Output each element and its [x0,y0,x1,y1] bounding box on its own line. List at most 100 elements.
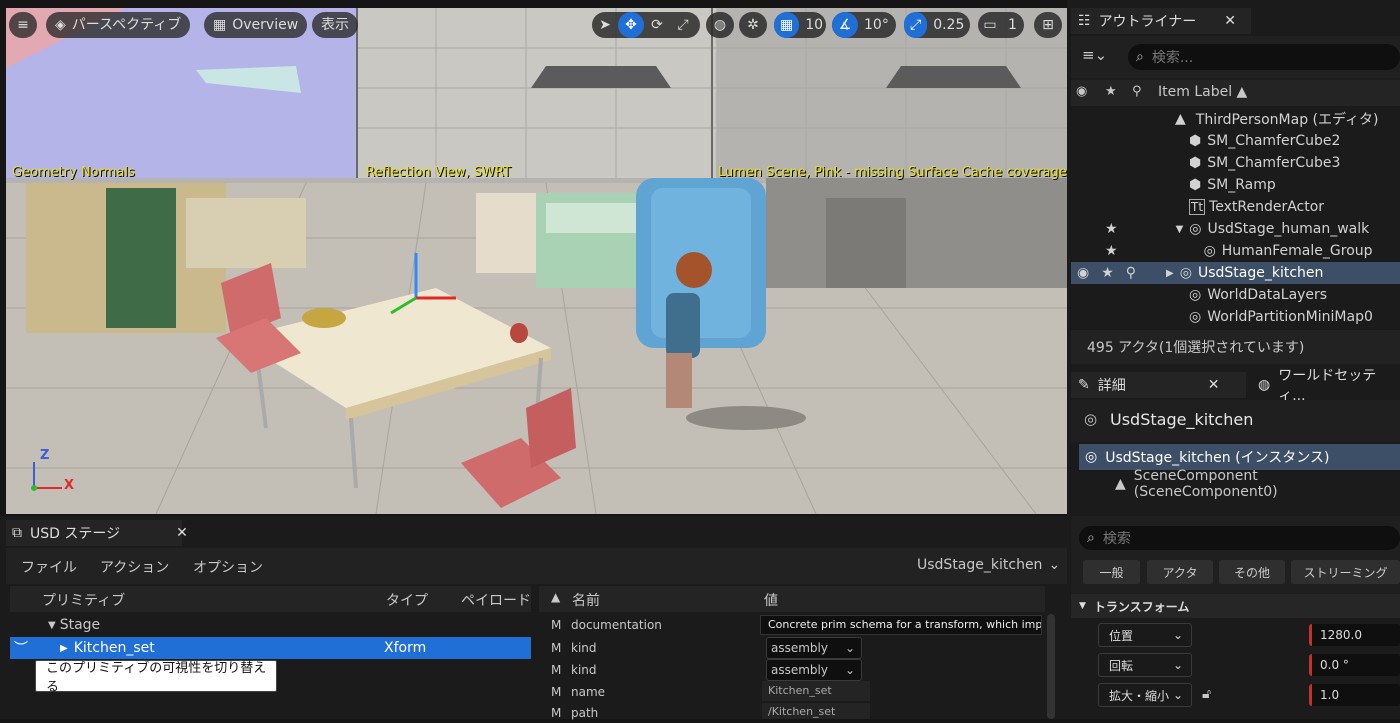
sort-up-icon[interactable]: ▲ [551,590,560,604]
details-search-input[interactable]: ⌕ 検索 [1079,526,1400,550]
outliner-row[interactable]: ▲ ThirdPersonMap (エディタ) [1071,108,1400,130]
outliner-item-label: SM_ChamferCube3 [1207,155,1341,171]
perspective-label: パースペクティブ [71,17,182,33]
outliner-row-selected[interactable]: ◉ ★ ⚲ ▶ ◎ UsdStage_kitchen [1071,262,1400,284]
surface-snap-button[interactable]: ✲ [739,12,767,38]
rotation-x-field[interactable]: 0.0 ° [1309,654,1400,676]
chevron-right-icon[interactable]: ▶ [60,643,68,654]
column-payload[interactable]: ペイロード [461,590,531,610]
menu-options[interactable]: オプション [193,557,263,577]
column-primitive[interactable]: プリミティブ [42,590,125,610]
column-name[interactable]: 名前 [572,590,600,610]
search-icon: ⌕ [1087,530,1095,546]
chevron-down-icon: ⌄ [1172,688,1183,702]
grid-snap-value: 10 [805,17,824,33]
view-mode-icon: ▦ [213,17,227,33]
lock-icon[interactable]: 🔓︎ [1202,686,1211,702]
close-icon[interactable]: ✕ [176,525,188,541]
outliner-row[interactable]: ⬢ SM_ChamferCube2 [1071,130,1400,152]
documentation-field[interactable]: Concrete prim schema for a transform, wh… [760,615,1042,635]
select-tool-button[interactable]: ➤ [592,12,618,38]
scale-snap-value: 0.25 [933,17,965,33]
kind-dropdown[interactable]: assembly ⌄ [766,659,862,681]
usd-stage-icon: ⧉ [12,525,22,541]
menu-file[interactable]: ファイル [21,557,77,577]
filter-actor-button[interactable]: アクタ [1147,560,1213,584]
outliner-row[interactable]: Tt TextRenderActor [1071,196,1400,218]
item-label-column[interactable]: Item Label ▲ [1158,84,1247,100]
rotation-snap-control[interactable]: ∡ 10° [832,12,896,38]
eye-icon[interactable]: ◉ [1076,84,1087,99]
outliner-row[interactable]: ◎ WorldDataLayers [1071,284,1400,306]
camera-speed-control[interactable]: ▭ 1 [978,12,1024,38]
grid-snap-control[interactable]: ▦ 10 [774,12,826,38]
close-icon[interactable]: ✕ [1208,377,1220,393]
star-icon[interactable]: ★ [1101,265,1114,281]
viewport-menu-button[interactable]: ≡ [9,12,37,38]
instance-component-row[interactable]: ◎ UsdStage_kitchen (インスタンス) [1079,444,1400,470]
chevron-down-icon[interactable]: ▼ [1176,224,1184,235]
rotation-mode-dropdown[interactable]: 回転 ⌄ [1098,653,1192,677]
transform-section-header[interactable]: ▼ トランスフォーム [1071,594,1400,618]
column-type[interactable]: タイプ [386,590,428,610]
axis-z-label: Z [40,448,50,463]
instance-label: UsdStage_kitchen (インスタンス) [1105,450,1330,466]
scale-mode-dropdown[interactable]: 拡大・縮小 ⌄ [1098,683,1192,707]
view-mode-button[interactable]: ▦ Overview [204,12,308,38]
outliner-item-label: SM_ChamferCube2 [1207,133,1341,149]
visibility-tooltip: このプリミティブの可視性を切り替える [35,660,277,695]
properties-scrollbar[interactable] [1047,614,1055,719]
rotate-tool-button[interactable]: ⟳ [644,12,670,38]
outliner-row[interactable]: ★ ◎ HumanFemale_Group [1071,240,1400,262]
filter-general-button[interactable]: 一般 [1083,560,1140,584]
kind-dropdown[interactable]: assembly ⌄ [766,637,862,659]
pin-icon[interactable]: ⚲ [1126,265,1136,281]
scene-component-row[interactable]: ▲ SceneComponent (SceneComponent0) [1079,468,1400,500]
outliner-row[interactable]: ⬢ SM_Ramp [1071,174,1400,196]
eye-icon[interactable]: ◉ [1077,265,1089,281]
prop-name: name [571,685,606,699]
filter-icon[interactable]: ≡⌄ [1082,46,1107,64]
outliner-tab-title: アウトライナー [1098,14,1197,30]
star-icon[interactable]: ★ [1105,84,1117,99]
perspective-button[interactable]: ◈ パースペクティブ [46,12,191,38]
scale-tool-button[interactable]: ⤢ [670,12,696,38]
prop-flag: M [551,618,562,632]
scale-snap-icon: ⤢ [904,12,928,38]
outliner-row[interactable]: ★ ▼ ◎ UsdStage_human_walk [1071,218,1400,240]
name-field: Kitchen_set [762,681,870,701]
stage-root-row[interactable]: ▼ Stage [10,614,531,636]
close-icon[interactable]: ✕ [1224,13,1236,29]
column-value[interactable]: 値 [764,590,778,610]
level-viewport[interactable]: ≡ ◈ パースペクティブ ▦ Overview 表示 ➤ ✥ ⟳ ⤢ ◍ ✲ ▦… [6,8,1067,514]
show-button[interactable]: 表示 [312,12,358,38]
scale-x-field[interactable]: 1.0 [1309,684,1400,706]
prim-row-selected[interactable]: ︶ ▶ Kitchen_set Xform [10,637,531,659]
menu-actions[interactable]: アクション [100,557,169,577]
outliner-row[interactable]: ◎ WorldPartitionMiniMap0 [1071,306,1400,328]
world-settings-tab[interactable]: ◍ ワールドセッティ... [1258,368,1400,404]
outliner-search-input[interactable]: ⌕ 検索... [1128,44,1400,70]
location-x-field[interactable]: 1280.0 [1309,624,1400,646]
star-icon[interactable]: ★ [1105,221,1118,237]
transform-tools: ➤ ✥ ⟳ ⤢ [592,12,700,38]
filter-streaming-button[interactable]: ストリーミング [1291,560,1400,584]
layout-button[interactable]: ⊞ [1034,12,1062,38]
scale-snap-control[interactable]: ⤢ 0.25 [904,12,970,38]
star-icon[interactable]: ★ [1105,243,1118,259]
outliner-item-label: ThirdPersonMap (エディタ) [1195,112,1379,128]
usd-actor-icon: ◎ [1189,221,1202,237]
usd-stage-tab-header: ⧉ USD ステージ ✕ [12,520,188,546]
stage-selector-dropdown[interactable]: UsdStage_kitchen ⌄ [917,557,1060,573]
outliner-item-label: WorldPartitionMiniMap0 [1207,309,1373,325]
pin-icon[interactable]: ⚲ [1132,84,1142,99]
world-local-button[interactable]: ◍ [706,12,734,38]
filter-misc-button[interactable]: その他 [1219,560,1285,584]
visibility-eye-icon[interactable]: ︶ [14,638,28,658]
outliner-row[interactable]: ⬢ SM_ChamferCube3 [1071,152,1400,174]
details-actor-name[interactable]: UsdStage_kitchen [1110,410,1253,429]
location-mode-dropdown[interactable]: 位置 ⌄ [1098,623,1192,647]
properties-header [539,586,1045,612]
translate-tool-button[interactable]: ✥ [618,12,644,38]
chevron-right-icon[interactable]: ▶ [1166,268,1174,279]
